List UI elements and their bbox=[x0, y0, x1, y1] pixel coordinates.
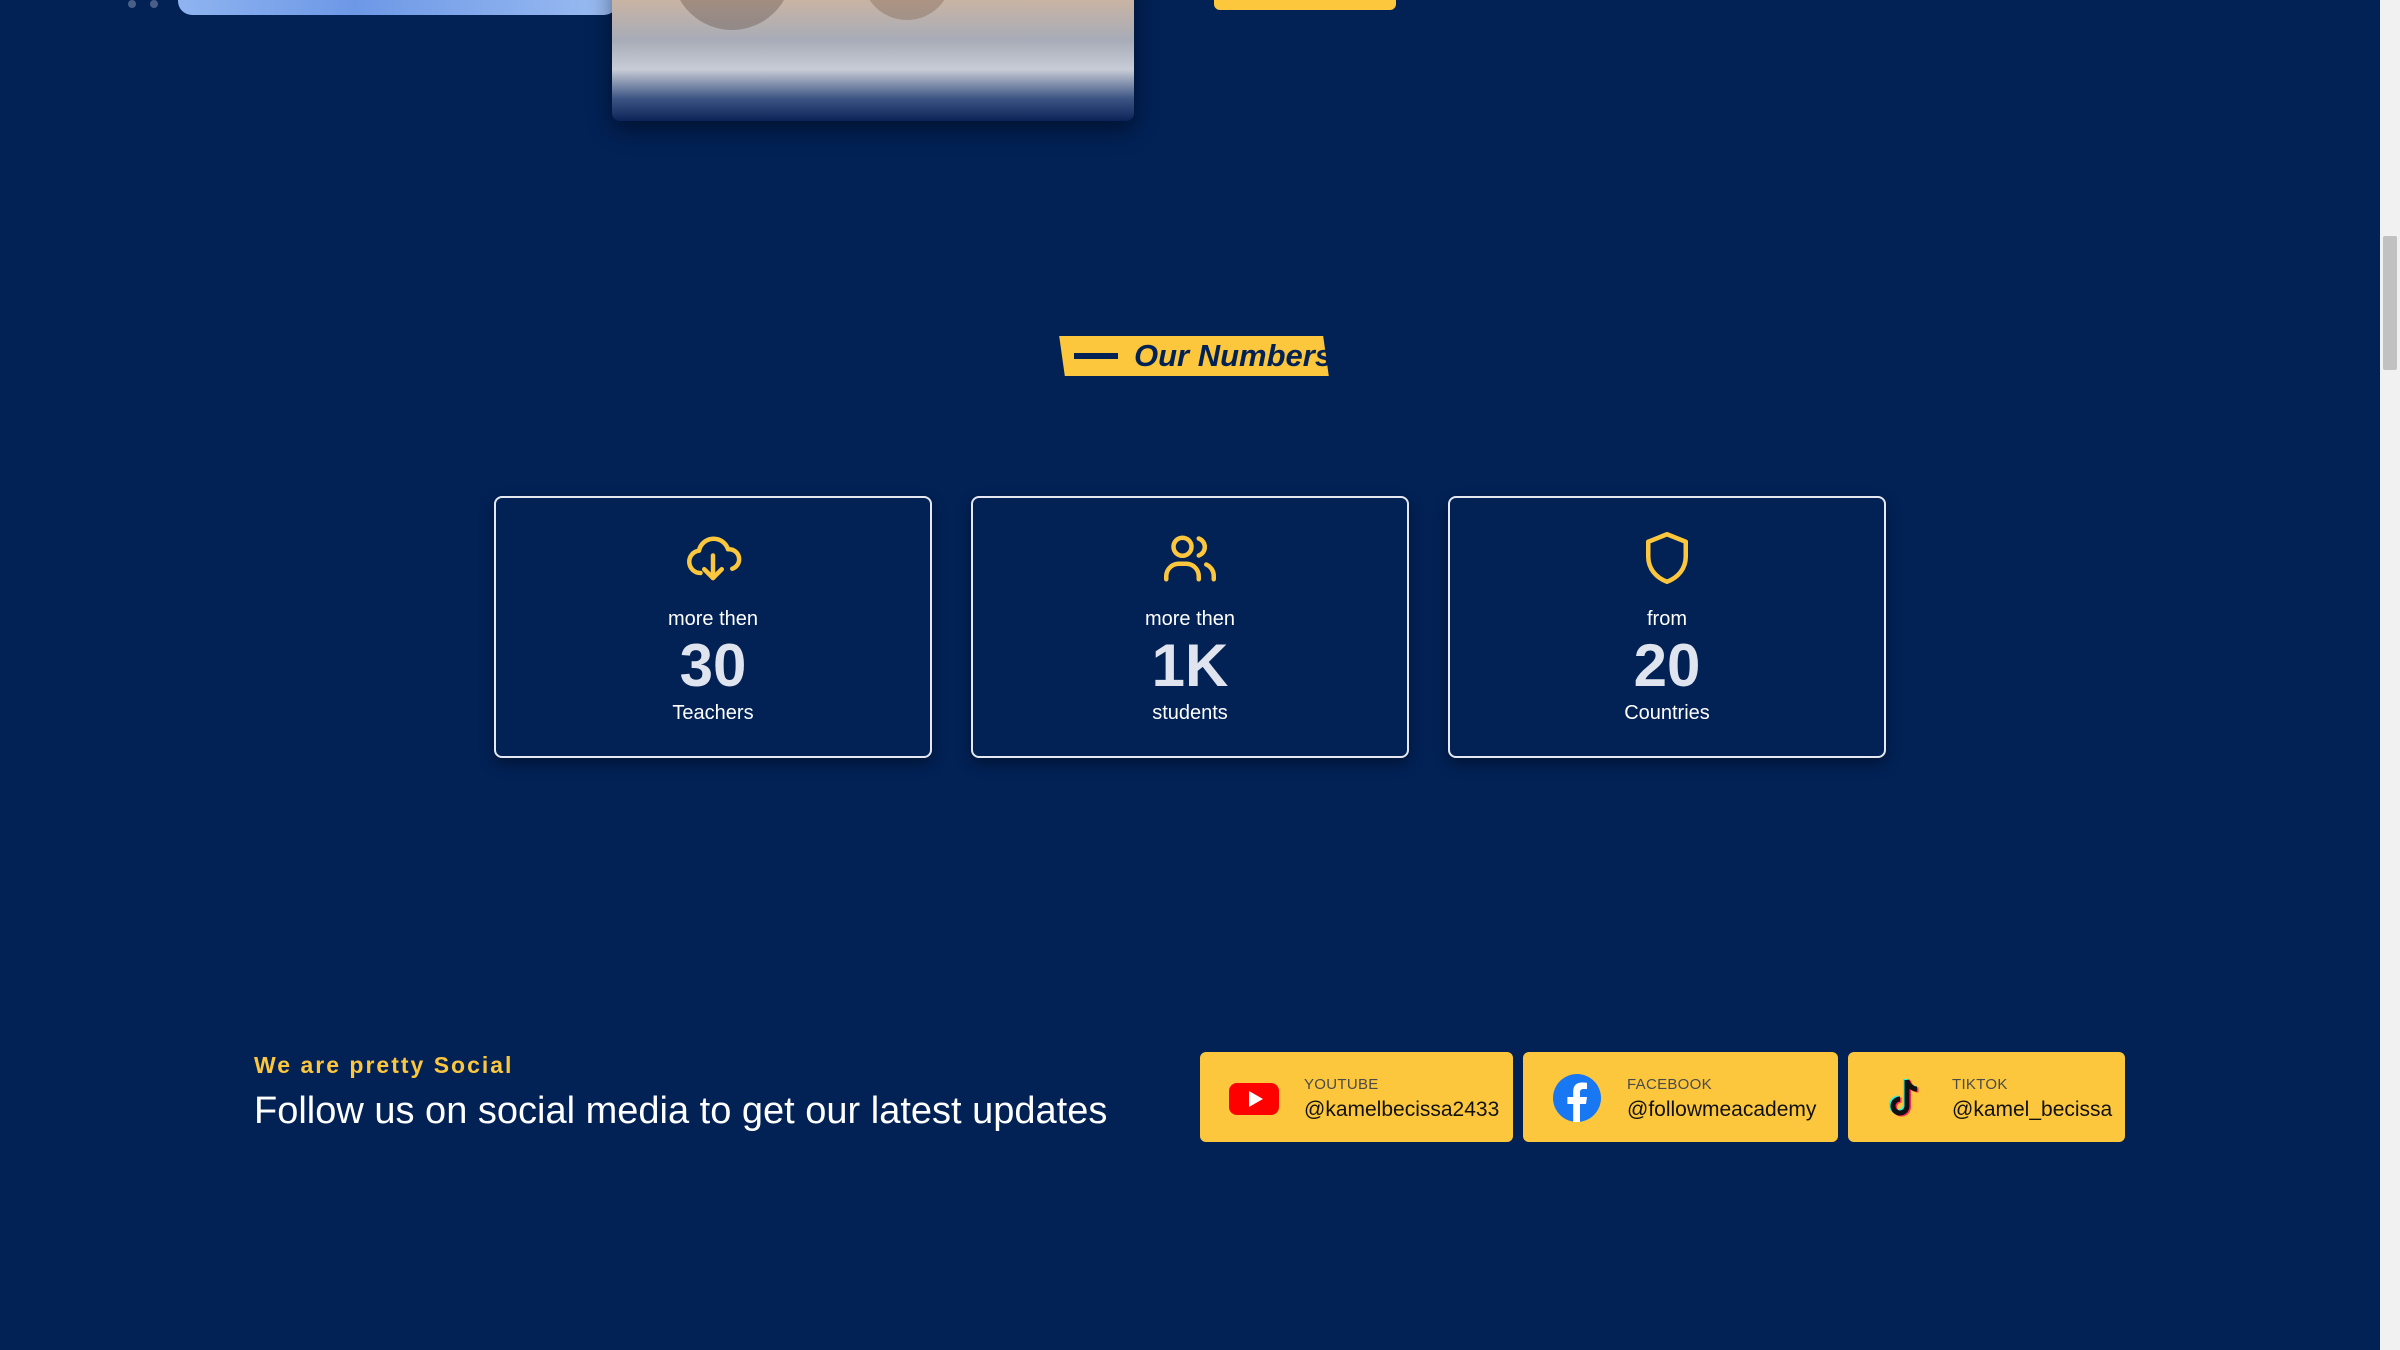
stat-card-students: more then 1K students bbox=[971, 496, 1409, 758]
tiktok-icon bbox=[1889, 1078, 1919, 1117]
social-platform: YOUTUBE bbox=[1304, 1076, 1379, 1093]
social-handle: @kamel_becissa bbox=[1952, 1098, 2113, 1121]
scrollbar-track[interactable] bbox=[2380, 0, 2400, 1350]
stat-value: 30 bbox=[679, 632, 747, 699]
youtube-icon bbox=[1229, 1083, 1279, 1115]
social-link-youtube[interactable]: YOUTUBE @kamelbecissa2433 bbox=[1200, 1052, 1513, 1142]
social-eyebrow: We are pretty Social bbox=[254, 1052, 514, 1078]
stat-value: 20 bbox=[1633, 632, 1701, 699]
stat-value: 1K bbox=[1151, 632, 1229, 699]
social-platform: TIKTOK bbox=[1952, 1076, 2008, 1093]
scrollbar-thumb[interactable] bbox=[2383, 236, 2397, 370]
carousel-dot[interactable] bbox=[150, 0, 158, 8]
cloud-download-icon bbox=[687, 536, 742, 581]
stat-prefix: more then bbox=[667, 608, 759, 630]
users-icon bbox=[1164, 535, 1217, 582]
shield-icon bbox=[1646, 532, 1688, 584]
social-link-facebook[interactable]: FACEBOOK @followmeacademy bbox=[1523, 1052, 1838, 1142]
section-title-our-numbers: Our Numbers bbox=[1059, 336, 1332, 376]
social-heading: Follow us on social media to get our lat… bbox=[254, 1090, 1108, 1132]
facebook-icon bbox=[1553, 1074, 1601, 1122]
stat-label: Countries bbox=[1624, 702, 1710, 724]
stat-card-countries: from 20 Countries bbox=[1448, 496, 1886, 758]
stat-prefix: from bbox=[1647, 608, 1687, 630]
hero-photo bbox=[612, 0, 1134, 121]
social-handle: @followmeacademy bbox=[1627, 1098, 1817, 1121]
stat-label: students bbox=[1152, 702, 1228, 724]
section-title: Our Numbers bbox=[1134, 338, 1333, 373]
social-link-tiktok[interactable]: TIKTOK @kamel_becissa bbox=[1848, 1052, 2125, 1142]
social-handle: @kamelbecissa2433 bbox=[1304, 1098, 1500, 1121]
stat-prefix: more then bbox=[1144, 608, 1236, 630]
stat-label: Teachers bbox=[672, 702, 754, 724]
hero-image-left bbox=[178, 0, 618, 15]
hero-cta-button[interactable] bbox=[1214, 0, 1396, 10]
carousel-dots[interactable] bbox=[128, 0, 164, 10]
title-dash bbox=[1074, 353, 1118, 359]
stat-card-teachers: more then 30 Teachers bbox=[494, 496, 932, 758]
social-platform: FACEBOOK bbox=[1627, 1076, 1712, 1093]
carousel-dot[interactable] bbox=[128, 0, 136, 8]
